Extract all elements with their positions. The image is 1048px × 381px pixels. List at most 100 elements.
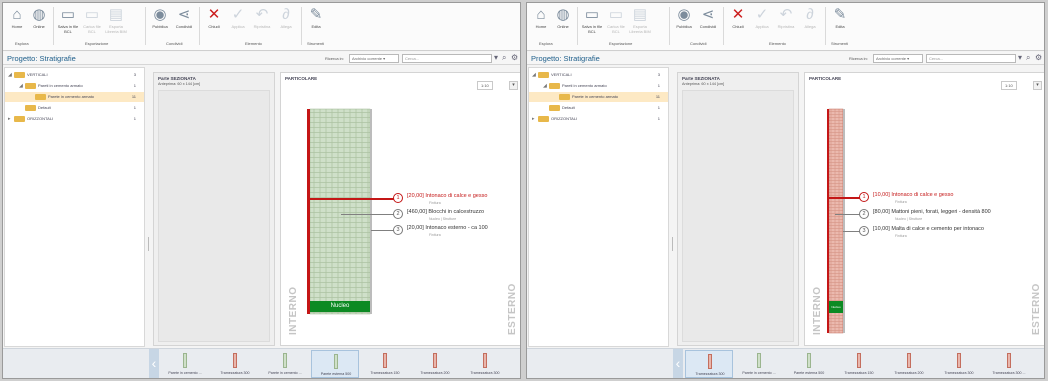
- restore-button[interactable]: ↶ Ripristina: [775, 6, 797, 30]
- sezionata-preview: [682, 90, 794, 342]
- pane-splitter[interactable]: [147, 67, 150, 347]
- gear-icon[interactable]: ⚙: [1035, 53, 1042, 62]
- dropdown-icon[interactable]: ▾: [494, 53, 498, 62]
- undo-icon: ↶: [779, 6, 793, 23]
- attach-button[interactable]: ∂ Allega: [799, 6, 821, 30]
- tree-item-verticali[interactable]: ◢ VERTICALI 3: [529, 70, 668, 80]
- folder-icon: [538, 116, 549, 122]
- tree-item-pareti-ca[interactable]: ◢ Pareti in cemento armato 1: [5, 81, 144, 91]
- group-separator: [301, 7, 302, 45]
- edit-button[interactable]: ✎ Edita: [829, 6, 851, 30]
- carousel-item[interactable]: Tramezzatura 300: [211, 350, 259, 378]
- load-bcl-button[interactable]: ▭ Carica file BCL: [605, 6, 627, 34]
- carousel-item[interactable]: Parete in cemento ...: [735, 350, 783, 378]
- chevron-down-icon[interactable]: ◢: [532, 70, 536, 80]
- project-title: Progetto: Stratigrafie: [531, 54, 600, 63]
- carousel-item[interactable]: Parete in cemento ...: [261, 350, 309, 378]
- carousel-item[interactable]: Parete in cemento ...: [161, 350, 209, 378]
- search-icon[interactable]: ⌕: [1026, 53, 1030, 63]
- save-icon: ▭: [584, 6, 600, 23]
- search-scope-label: Ricerca in:: [325, 56, 344, 61]
- group-label-esplora: Esplora: [539, 41, 553, 46]
- group-label-condividi: Condividi: [690, 41, 707, 46]
- layer-2-badge[interactable]: 2: [393, 209, 403, 219]
- carousel-item[interactable]: Tramezzatura 300: [461, 350, 509, 378]
- layer-2-label[interactable]: [80,00] Mattoni pieni, forati, leggeri -…: [873, 209, 991, 215]
- tree-item-default[interactable]: Default 1: [5, 103, 144, 113]
- layer-1-label[interactable]: [10,00] Intonaco di calce e gesso: [873, 192, 953, 198]
- carousel-item[interactable]: Tramezzatura 300: [935, 350, 983, 378]
- chevron-right-icon[interactable]: ▸: [8, 114, 11, 124]
- layer-1-badge[interactable]: 1: [859, 192, 869, 202]
- home-button[interactable]: ⌂ Home: [530, 6, 552, 30]
- restore-button[interactable]: ↶ Ripristina: [251, 6, 273, 30]
- gear-icon[interactable]: ⚙: [511, 53, 518, 62]
- chevron-right-icon[interactable]: ▸: [532, 114, 535, 124]
- carousel-prev-button[interactable]: ‹: [149, 349, 159, 378]
- export-bim-button[interactable]: ▤ Esporta Libreria BIM: [105, 6, 127, 34]
- home-button[interactable]: ⌂ Home: [6, 6, 28, 30]
- tree-item-parete-ca[interactable]: Parete in cemento armato 11: [529, 92, 668, 102]
- layer-1-badge[interactable]: 1: [393, 193, 403, 203]
- layer-2-sub: Nucleo | Strutture: [895, 217, 923, 221]
- load-bcl-button[interactable]: ▭ Carica file BCL: [81, 6, 103, 34]
- tree-item-verticali[interactable]: ◢ VERTICALI 3: [5, 70, 144, 80]
- carousel-item-selected[interactable]: Tramezzatura 300: [685, 350, 733, 378]
- tree-item-parete-ca[interactable]: Parete in cemento armato 11: [5, 92, 144, 102]
- publish-button[interactable]: ◉ Pubblica: [673, 6, 695, 30]
- tree-item-orizzontali[interactable]: ▸ ORIZZONTALI 1: [5, 114, 144, 124]
- layer-3-label[interactable]: [10,00] Malta di calce e cemento per int…: [873, 226, 984, 232]
- group-label-condividi: Condividi: [166, 41, 183, 46]
- tree-item-orizzontali[interactable]: ▸ ORIZZONTALI 1: [529, 114, 668, 124]
- save-bcl-button[interactable]: ▭ Salva in file BCL: [581, 6, 603, 34]
- thumbnail: [857, 353, 861, 368]
- home-icon: ⌂: [536, 6, 546, 23]
- carousel-item[interactable]: Tramezzatura 300 ...: [985, 350, 1033, 378]
- search-scope-select[interactable]: Archivio corrente ▾: [349, 54, 399, 63]
- publish-icon: ◉: [677, 6, 691, 23]
- pane-splitter[interactable]: [671, 67, 674, 347]
- layer-1-label[interactable]: [20,00] Intonaco di calce e gesso: [407, 193, 487, 199]
- carousel-item-selected[interactable]: Parete esterna 500: [311, 350, 359, 378]
- chevron-down-icon[interactable]: ◢: [543, 81, 547, 91]
- folder-icon: [549, 105, 560, 111]
- export-bim-button[interactable]: ▤ Esporta Libreria BIM: [629, 6, 651, 34]
- online-button[interactable]: ◍ Online: [28, 6, 50, 30]
- share-button[interactable]: ⋖ Condividi: [173, 6, 195, 30]
- sezionata-title: Parte SEZIONATA: [158, 76, 196, 81]
- tree-item-pareti-ca[interactable]: ◢ Pareti in cemento armato 1: [529, 81, 668, 91]
- layer-3-label[interactable]: [20,00] Intonaco esterno - ca 100: [407, 225, 488, 231]
- carousel-item[interactable]: Parete esterna 500: [785, 350, 833, 378]
- layer-3-badge[interactable]: 3: [393, 225, 403, 235]
- layer-2-badge[interactable]: 2: [859, 209, 869, 219]
- search-icon[interactable]: ⌕: [502, 53, 506, 63]
- layer-3-badge[interactable]: 3: [859, 226, 869, 236]
- online-button[interactable]: ◍ Online: [552, 6, 574, 30]
- check-icon: ✓: [231, 6, 245, 23]
- carousel-item[interactable]: Tramezzatura 150: [835, 350, 883, 378]
- chevron-down-icon[interactable]: ◢: [8, 70, 12, 80]
- tree-item-default[interactable]: Default 1: [529, 103, 668, 113]
- close-element-button[interactable]: ✕ Chiudi: [203, 6, 225, 30]
- dropdown-icon[interactable]: ▾: [1018, 53, 1022, 62]
- carousel-item[interactable]: Tramezzatura 150: [361, 350, 409, 378]
- search-scope-select[interactable]: Archivio corrente ▾: [873, 54, 923, 63]
- search-input[interactable]: Cerca...: [402, 54, 492, 63]
- apply-button[interactable]: ✓ Applica: [751, 6, 773, 30]
- edit-icon: ✎: [833, 6, 847, 23]
- apply-button[interactable]: ✓ Applica: [227, 6, 249, 30]
- carousel-item[interactable]: Tramezzatura 200: [885, 350, 933, 378]
- share-button[interactable]: ⋖ Condividi: [697, 6, 719, 30]
- carousel-prev-button[interactable]: ‹: [673, 349, 683, 378]
- search-input[interactable]: Cerca...: [926, 54, 1016, 63]
- carousel-item[interactable]: Tramezzatura 200: [411, 350, 459, 378]
- close-element-button[interactable]: ✕ Chiudi: [727, 6, 749, 30]
- chevron-down-icon[interactable]: ◢: [19, 81, 23, 91]
- edit-button[interactable]: ✎ Edita: [305, 6, 327, 30]
- esterno-label: ESTERNO: [1031, 283, 1042, 335]
- layer-2-label[interactable]: [460,00] Blocchi in calcestruzzo: [407, 209, 484, 215]
- attach-button[interactable]: ∂ Allega: [275, 6, 297, 30]
- save-bcl-button[interactable]: ▭ Salva in file BCL: [57, 6, 79, 34]
- folder-icon: [14, 116, 25, 122]
- publish-button[interactable]: ◉ Pubblica: [149, 6, 171, 30]
